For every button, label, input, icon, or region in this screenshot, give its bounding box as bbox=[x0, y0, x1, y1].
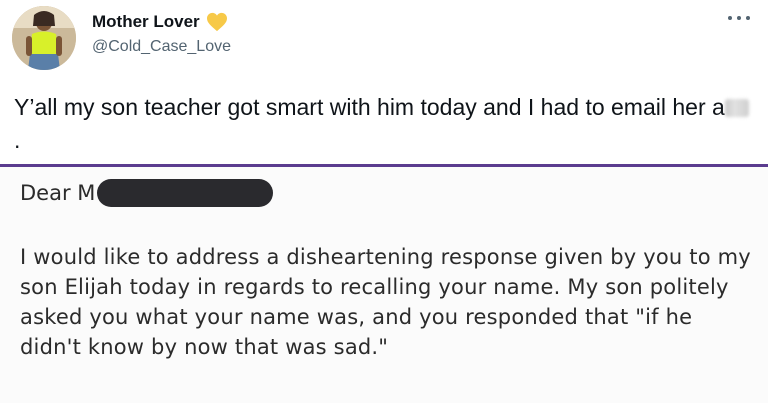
avatar[interactable] bbox=[12, 6, 76, 70]
user-handle[interactable]: @Cold_Case_Love bbox=[92, 38, 231, 56]
tweet-text: Y’all my son teacher got smart with him … bbox=[14, 91, 754, 157]
yellow-heart-icon bbox=[206, 12, 228, 32]
censored-word-blur bbox=[724, 99, 749, 117]
author-row: Mother Lover bbox=[92, 10, 228, 34]
tweet-text-main: Y’all my son teacher got smart with him … bbox=[14, 94, 725, 120]
email-body: I would like to address a disheartening … bbox=[20, 245, 751, 359]
email-screenshot[interactable]: Dear M I would like to address a dishear… bbox=[0, 167, 768, 403]
tweet-card: Mother Lover @Cold_Case_Love Y’all my so… bbox=[0, 0, 768, 403]
avatar-photo bbox=[12, 6, 76, 70]
tweet-text-end: . bbox=[14, 127, 21, 153]
more-options-icon[interactable] bbox=[728, 10, 750, 26]
email-salutation: Dear M bbox=[20, 179, 274, 207]
display-name[interactable]: Mother Lover bbox=[92, 12, 200, 32]
salutation-text: Dear M bbox=[20, 181, 96, 205]
redacted-name-bar bbox=[97, 179, 274, 207]
